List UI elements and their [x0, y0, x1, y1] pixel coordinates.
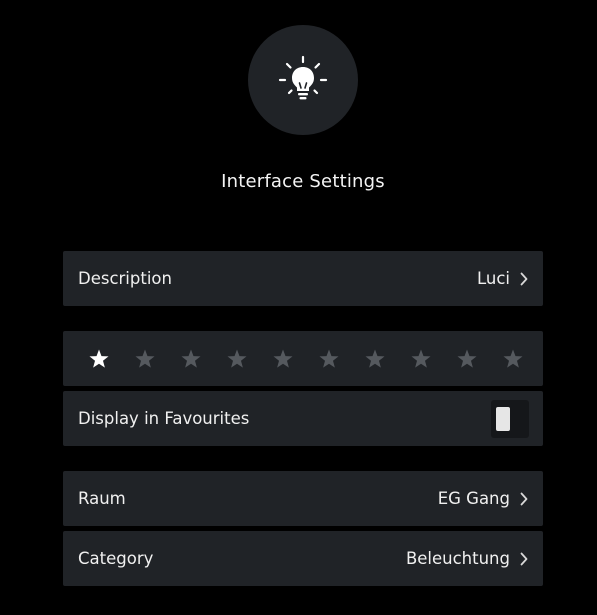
star-icon[interactable]	[131, 345, 159, 373]
description-label: Description	[78, 269, 172, 288]
chevron-right-icon	[520, 492, 528, 505]
favourites-row: Display in Favourites	[63, 391, 543, 446]
favourites-toggle[interactable]	[491, 399, 529, 438]
category-row[interactable]: Category Beleuchtung	[63, 531, 543, 586]
category-value-group: Beleuchtung	[406, 549, 528, 568]
lightbulb-icon	[278, 55, 328, 100]
star-icon[interactable]	[315, 345, 343, 373]
chevron-right-icon	[520, 272, 528, 285]
category-label: Category	[78, 549, 154, 568]
favourites-label: Display in Favourites	[78, 409, 250, 428]
star-icon[interactable]	[269, 345, 297, 373]
star-icon[interactable]	[85, 345, 113, 373]
star-rating	[85, 345, 527, 373]
description-value: Luci	[476, 269, 510, 288]
description-row[interactable]: Description Luci	[63, 251, 543, 306]
page-title: Interface Settings	[221, 171, 385, 192]
room-label: Raum	[78, 489, 126, 508]
star-icon[interactable]	[177, 345, 205, 373]
rating-row	[63, 331, 543, 386]
star-icon[interactable]	[499, 345, 527, 373]
room-value-group: EG Gang	[438, 489, 528, 508]
room-row[interactable]: Raum EG Gang	[63, 471, 543, 526]
star-icon[interactable]	[407, 345, 435, 373]
chevron-right-icon	[520, 552, 528, 565]
device-icon-circle	[248, 25, 358, 135]
category-value: Beleuchtung	[405, 549, 510, 568]
description-value-group: Luci	[477, 269, 528, 288]
interface-settings-page: Interface Settings Description Luci Disp…	[0, 0, 597, 615]
star-icon[interactable]	[361, 345, 389, 373]
toggle-knob	[496, 406, 510, 431]
star-icon[interactable]	[453, 345, 481, 373]
room-value: EG Gang	[437, 489, 510, 508]
star-icon[interactable]	[223, 345, 251, 373]
